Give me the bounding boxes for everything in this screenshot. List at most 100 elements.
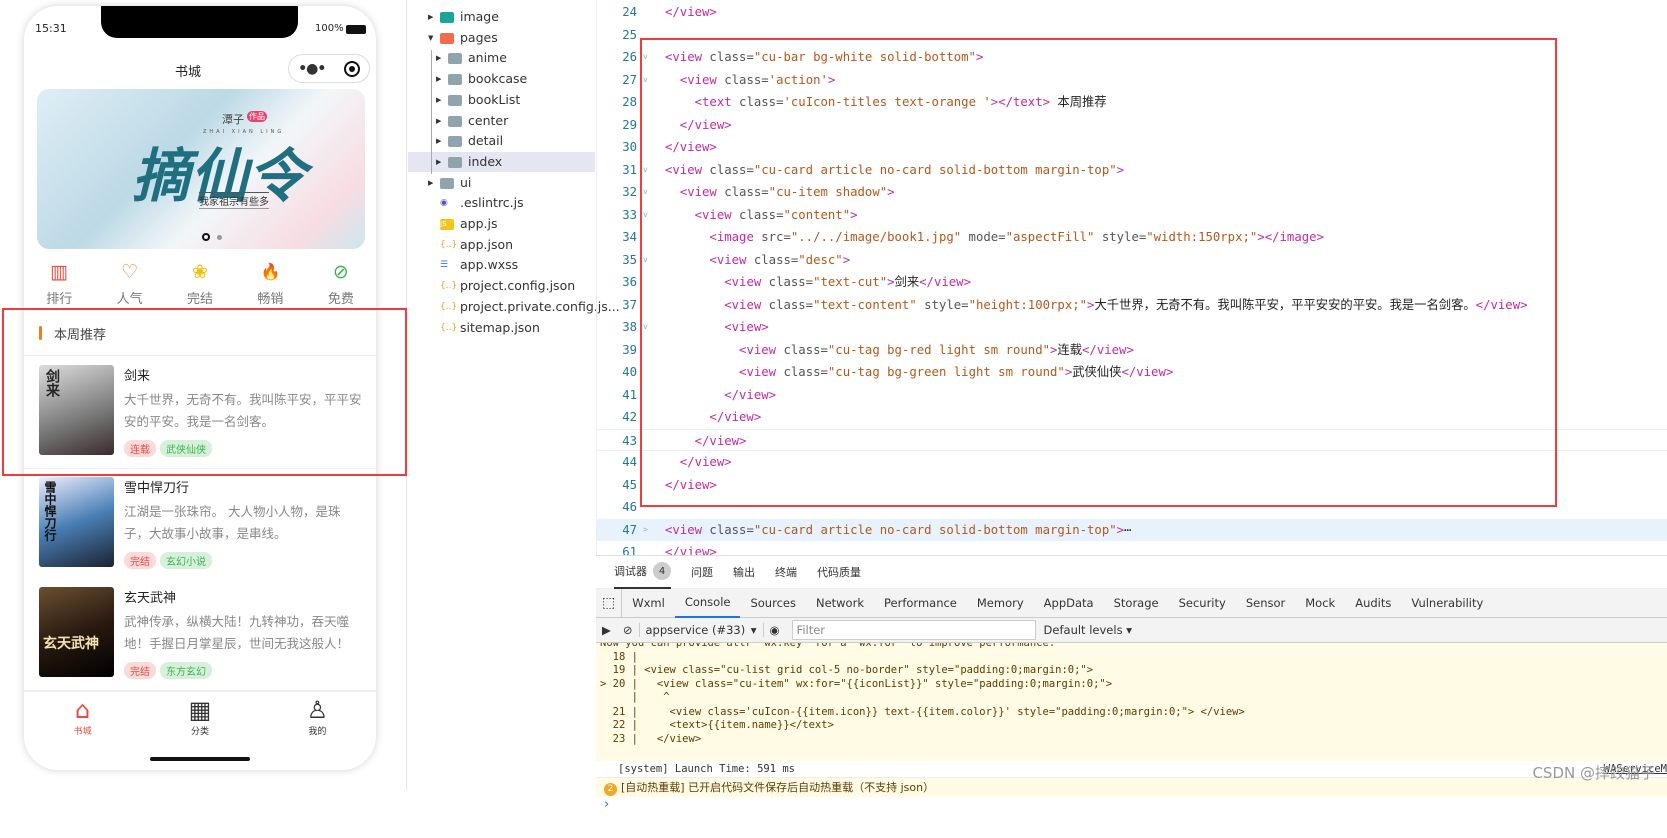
file-tree-item[interactable]: ☰ app.wxss bbox=[408, 255, 595, 275]
target-circle-icon[interactable] bbox=[343, 60, 360, 77]
code-line[interactable]: 61 </view> bbox=[597, 541, 1667, 555]
line-number: 36 bbox=[622, 275, 637, 289]
console-prompt[interactable]: › bbox=[596, 797, 1667, 812]
panel-tab-appdata[interactable]: AppData bbox=[1034, 589, 1104, 617]
line-number: 34 bbox=[622, 230, 637, 244]
panel-tab-security[interactable]: Security bbox=[1169, 589, 1236, 617]
line-number: 41 bbox=[622, 387, 637, 402]
grid-item-free[interactable]: ⊘ 免费 bbox=[306, 260, 376, 307]
code-line[interactable]: 24 </view> bbox=[597, 1, 1667, 23]
panel-tab-network[interactable]: Network bbox=[806, 589, 874, 617]
json-file-icon: {..} bbox=[440, 239, 458, 250]
file-tree-item[interactable]: JS app.js bbox=[408, 214, 595, 234]
context-select[interactable]: appservice (#33) ▾ bbox=[640, 623, 764, 637]
line-number: 61 bbox=[622, 545, 637, 555]
line-number: 26 bbox=[622, 50, 637, 64]
eslint-file-icon: ◉ bbox=[440, 198, 448, 209]
panel-tab-vulnerability[interactable]: Vulnerability bbox=[1401, 589, 1493, 617]
fold-chevron-icon[interactable]: > bbox=[643, 519, 648, 541]
more-dots-icon[interactable]: •●• bbox=[298, 61, 326, 77]
sidebar-toggle-icon[interactable]: ▶ bbox=[596, 623, 617, 637]
grid-item-popular[interactable]: ♡ 人气 bbox=[94, 260, 164, 307]
file-tree-item[interactable]: {..} project.private.config.js... bbox=[408, 297, 620, 317]
line-number: 37 bbox=[622, 297, 637, 312]
caret-down-icon[interactable]: ▼ bbox=[428, 28, 433, 48]
tab-label: 分类 bbox=[190, 727, 209, 737]
home-indicator bbox=[150, 757, 250, 761]
grid-label: 免费 bbox=[327, 292, 354, 307]
file-tree-item[interactable]: {..} app.json bbox=[408, 235, 595, 255]
filter-input[interactable]: Filter bbox=[791, 620, 1036, 640]
panel-tab-mock[interactable]: Mock bbox=[1295, 589, 1345, 617]
swiper-dot-active[interactable] bbox=[202, 233, 210, 241]
grid-item-ranking[interactable]: ▥ 排行 bbox=[24, 260, 94, 307]
file-tree-item[interactable]: {..} sitemap.json bbox=[408, 318, 595, 338]
book-tag: 完结 bbox=[124, 662, 156, 679]
caret-right-icon[interactable]: ▶ bbox=[436, 131, 441, 151]
panel-tab-performance[interactable]: Performance bbox=[874, 589, 967, 617]
line-number: 28 bbox=[622, 95, 637, 109]
file-tree-item[interactable]: ▶ detail bbox=[408, 131, 595, 151]
panel-tab-wxml[interactable]: Wxml bbox=[622, 589, 675, 617]
eye-icon[interactable]: ◉ bbox=[764, 623, 786, 637]
book-item[interactable]: 雪中悍刀行 雪中悍刀行 江湖是一张珠帘。 大人物小人物，是珠子，大故事小故事，是串… bbox=[24, 469, 376, 581]
file-tree-item[interactable]: ▶ image bbox=[408, 7, 595, 27]
file-name: ui bbox=[460, 174, 472, 190]
file-name: image bbox=[460, 9, 499, 24]
line-number: 39 bbox=[622, 342, 637, 357]
tab-problems[interactable]: 问题 bbox=[691, 564, 713, 580]
caret-right-icon[interactable]: ▶ bbox=[436, 69, 441, 89]
banner-swiper[interactable]: 潭子 作品 ZHAI XIAN LING 摘仙令 我家祖宗有些多 bbox=[37, 89, 365, 249]
file-tree-item[interactable]: ▶ bookcase bbox=[408, 69, 595, 89]
caret-right-icon[interactable]: ▶ bbox=[436, 152, 441, 172]
line-number: 32 bbox=[622, 185, 637, 199]
tab-mine[interactable]: ♙ 我的 bbox=[259, 692, 376, 741]
panel-tab-sources[interactable]: Sources bbox=[740, 589, 806, 617]
grid-item-finished[interactable]: ❀ 完结 bbox=[165, 260, 235, 307]
tab-code-quality[interactable]: 代码质量 bbox=[817, 564, 861, 580]
grid-item-bestseller[interactable]: 🔥 畅销 bbox=[235, 260, 305, 307]
panel-tab-console[interactable]: Console bbox=[674, 588, 741, 618]
book-item[interactable]: 玄天武神 玄天武神 武神传承，纵横大陆！九转神功，吞天噬地！手握日月掌星辰，世间无… bbox=[24, 579, 376, 691]
tab-terminal[interactable]: 终端 bbox=[775, 564, 797, 580]
file-tree-item[interactable]: ▶ center bbox=[408, 111, 595, 131]
caret-right-icon[interactable]: ▶ bbox=[428, 173, 433, 193]
line-number: 46 bbox=[622, 500, 637, 514]
tab-output[interactable]: 输出 bbox=[733, 564, 755, 580]
panel-tab-memory[interactable]: Memory bbox=[967, 589, 1034, 617]
code-line[interactable]: 47 > <view class="cu-card article no-card … bbox=[597, 518, 1667, 541]
file-tree-item[interactable]: ▶ anime bbox=[408, 48, 595, 68]
file-tree-item[interactable]: ▶ index bbox=[408, 151, 595, 172]
file-tree-item[interactable]: ▼ pages bbox=[408, 28, 595, 48]
tab-debugger[interactable]: 调试器 4 bbox=[614, 556, 671, 589]
line-number: 30 bbox=[622, 140, 637, 154]
caret-right-icon[interactable]: ▶ bbox=[428, 7, 433, 27]
banner-badge: 作品 bbox=[247, 111, 267, 122]
devtools-panel: 调试器 4 问题 输出 终端 代码质量 ⬚ Wxml Console Sources N… bbox=[596, 555, 1667, 838]
panel-tab-audits[interactable]: Audits bbox=[1345, 589, 1401, 617]
file-tree-item[interactable]: ▶ ui bbox=[408, 173, 595, 193]
inspect-element-icon[interactable]: ⬚ bbox=[596, 589, 623, 617]
battery-icon bbox=[346, 25, 366, 34]
json-file-icon: {..} bbox=[440, 301, 458, 312]
tab-bookstore[interactable]: ⌂ 书城 bbox=[24, 692, 141, 741]
line-number: 29 bbox=[622, 117, 637, 132]
levels-dropdown[interactable]: Default levels ▾ bbox=[1044, 623, 1132, 637]
panel-tab-storage[interactable]: Storage bbox=[1104, 589, 1169, 617]
panel-tab-sensor[interactable]: Sensor bbox=[1236, 589, 1295, 617]
caret-right-icon[interactable]: ▶ bbox=[436, 111, 441, 131]
clear-console-icon[interactable]: ⊘ bbox=[617, 623, 640, 637]
code-text: </view> bbox=[665, 5, 717, 19]
status-time: 15:31 bbox=[35, 22, 67, 35]
tab-category[interactable]: ▦ 分类 bbox=[141, 692, 258, 741]
console-toolbar: ▶ ⊘ appservice (#33) ▾ ◉ Filter Default l… bbox=[596, 618, 1667, 643]
file-tree-item[interactable]: ◉ .eslintrc.js bbox=[408, 193, 595, 213]
caret-right-icon[interactable]: ▶ bbox=[436, 90, 441, 110]
file-tree-item[interactable]: {..} project.config.json bbox=[408, 276, 595, 296]
caret-right-icon[interactable]: ▶ bbox=[436, 48, 441, 68]
bar-chart-icon: ▥ bbox=[50, 261, 69, 283]
file-tree-item[interactable]: ▶ bookList bbox=[408, 90, 595, 110]
swiper-dot[interactable] bbox=[217, 235, 222, 240]
category-grid: ▥ 排行 ♡ 人气 ❀ 完结 🔥 畅销 ⊘ 免费 bbox=[24, 260, 376, 307]
book-title: 玄天武神 bbox=[124, 591, 177, 606]
